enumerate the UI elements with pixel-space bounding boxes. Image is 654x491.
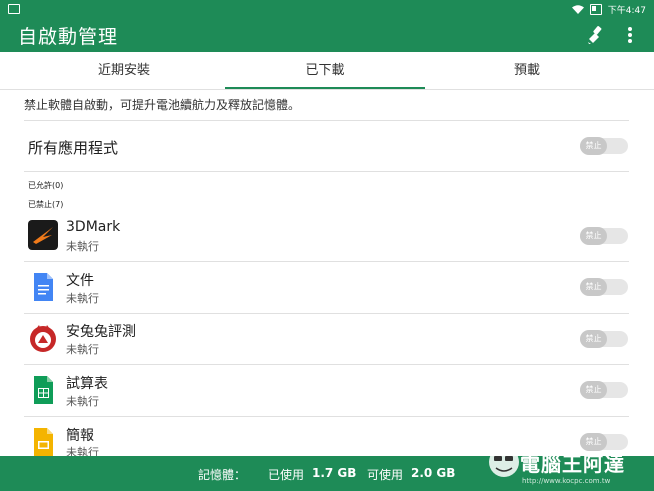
docs-icon [34,273,53,301]
tab-preloaded[interactable]: 預載 [427,52,627,89]
app-name: 試算表 [66,376,108,392]
sheets-icon [34,376,53,404]
app-status: 未執行 [66,395,99,408]
status-bar: 下午4:47 [0,0,654,18]
app-status: 未執行 [66,292,99,305]
divider [24,261,629,262]
description-text: 禁止軟體自啟動，可提升電池續航力及釋放記憶體。 [24,98,301,112]
divider [24,364,629,365]
3dmark-icon [28,220,58,250]
app-status: 未執行 [66,240,99,253]
available-label: 可使用 [367,468,404,482]
app-toggle[interactable]: 禁止 [580,227,628,245]
app-name: 安兔兔評測 [66,324,136,340]
tab-divider [0,89,654,90]
toggle-knob: 禁止 [580,278,607,296]
app-bar: 自啟動管理 [0,18,654,52]
available-value: 2.0 GB [411,466,456,480]
all-apps-label: 所有應用程式 [28,139,119,157]
divider [24,171,629,172]
blocked-section-label: 已禁止(7) [28,200,64,209]
used-value: 1.7 GB [312,466,357,480]
toggle-knob: 禁止 [580,381,607,399]
divider [24,416,629,417]
allowed-section-label: 已允許(0) [28,181,64,190]
tab-recent[interactable]: 近期安裝 [24,52,224,89]
more-options-icon[interactable] [622,25,638,45]
app-toggle[interactable]: 禁止 [580,381,628,399]
tab-downloaded[interactable]: 已下載 [225,52,425,89]
toggle-knob: 禁止 [580,227,607,245]
clean-brush-icon[interactable] [586,25,606,45]
app-name: 簡報 [66,428,94,444]
divider [24,313,629,314]
all-apps-toggle[interactable]: 禁止 [580,137,628,155]
used-label: 已使用 [268,468,305,482]
slides-icon [34,428,53,456]
app-toggle[interactable]: 禁止 [580,330,628,348]
status-time: 下午4:47 [607,6,646,16]
app-status: 未執行 [66,343,99,356]
memory-label: 記憶體： [198,468,247,482]
tab-bar: 近期安裝 已下載 預載 [0,52,654,89]
divider [24,120,629,121]
toggle-knob: 禁止 [580,137,607,155]
app-name: 3DMark [66,219,121,235]
page-title: 自啟動管理 [18,26,119,48]
watermark-text: 電腦王阿達 [520,452,625,476]
battery-icon [589,4,602,15]
watermark-url: http://www.kocpc.com.tw [522,477,611,485]
image-notification-icon [8,4,20,14]
toggle-knob: 禁止 [580,330,607,348]
app-name: 文件 [66,273,94,289]
app-toggle[interactable]: 禁止 [580,278,628,296]
antutu-icon [30,325,56,352]
wifi-icon [571,5,584,14]
